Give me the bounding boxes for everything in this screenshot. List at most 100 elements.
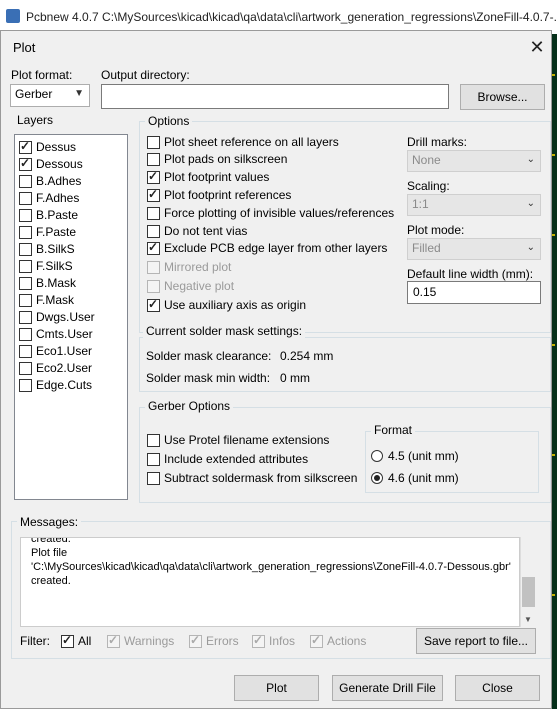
layer-item-f-mask-label: F.Mask (36, 293, 75, 307)
generate-drill-file-button[interactable]: Generate Drill File (332, 675, 443, 701)
checkbox-icon[interactable] (147, 297, 160, 312)
checkbox-icon[interactable] (19, 192, 32, 205)
layer-item-b-silks-label: B.SilkS (36, 242, 75, 256)
filter-all-label: All (78, 634, 92, 648)
checkbox-icon (147, 261, 160, 274)
drill-marks-label: Drill marks: (407, 135, 467, 149)
checkbox-icon[interactable] (19, 294, 32, 307)
checkbox-icon[interactable] (19, 362, 32, 375)
plot-mode-select[interactable]: Filled ⌄ (407, 238, 541, 260)
option-mirrored-plot-label: Mirrored plot (164, 260, 232, 274)
radio-icon[interactable] (371, 472, 383, 484)
layer-item-dessus-label: Dessus (36, 140, 77, 154)
plot-format-value: Gerber (15, 87, 53, 101)
message-line: Plot file (31, 547, 68, 559)
gerber-option-include-extended-attributes-label: Include extended attributes (164, 452, 309, 466)
message-line: 'C:\MySources\kicad\kicad\qa\data\cli\ar… (31, 561, 511, 573)
checkbox-icon[interactable] (147, 153, 160, 166)
layer-item-eco1-user-label: Eco1.User (36, 344, 93, 358)
filter-warnings-label: Warnings (124, 634, 175, 648)
checkbox-icon[interactable] (147, 225, 160, 238)
checkbox-icon[interactable] (19, 175, 32, 188)
checkbox-icon[interactable] (147, 169, 160, 184)
format-title: Format (371, 423, 416, 437)
checkbox-icon[interactable] (19, 345, 32, 358)
browse-button[interactable]: Browse... (460, 84, 545, 110)
plot-dialog: Plot ✕ Plot format: Gerber ▼ Output dire… (0, 30, 552, 709)
gerber-option-use-protel-filename-extensions-label: Use Protel filename extensions (164, 433, 330, 447)
scrollbar-thumb[interactable] (522, 577, 535, 607)
layer-item-f-adhes-label: F.Adhes (36, 191, 80, 205)
checkbox-icon[interactable] (19, 379, 32, 392)
option-plot-pads-on-silkscreen-label: Plot pads on silkscreen (164, 152, 288, 166)
checkbox-icon[interactable] (19, 260, 32, 273)
plot-button[interactable]: Plot (234, 675, 319, 701)
option-plot-footprint-references-label: Plot footprint references (164, 188, 292, 202)
layers-title: Layers (17, 113, 54, 127)
line-width-input[interactable]: 0.15 (407, 281, 541, 304)
solder-mask-title: Current solder mask settings: (143, 324, 306, 338)
layer-item-dessous-label: Dessous (36, 157, 83, 171)
layer-item-b-adhes-label: B.Adhes (36, 174, 82, 188)
checkbox-icon[interactable] (147, 472, 160, 485)
checkbox-icon[interactable] (147, 453, 160, 466)
layer-item-cmts-user-label: Cmts.User (36, 327, 93, 341)
layer-item-b-paste-label: B.Paste (36, 208, 79, 222)
checkbox-icon[interactable] (19, 277, 32, 290)
messages-text: created. Plot file 'C:\MySources\kicad\kic… (31, 537, 511, 588)
checkbox-icon[interactable] (19, 328, 32, 341)
checkbox-icon[interactable] (19, 243, 32, 256)
solder-mask-min-width-value: 0 mm (280, 371, 310, 385)
dialog-title: Plot (13, 40, 36, 55)
solder-mask-clearance-value: 0.254 mm (280, 349, 334, 363)
checkbox-icon[interactable] (19, 226, 32, 239)
messages-title: Messages: (17, 515, 82, 529)
layer-item-edge-cuts-label: Edge.Cuts (36, 378, 93, 392)
solder-mask-min-width-label: Solder mask min width: (146, 371, 271, 385)
checkbox-icon[interactable] (19, 209, 32, 222)
layer-item-eco2-user-label: Eco2.User (36, 361, 93, 375)
scaling-label: Scaling: (407, 179, 450, 193)
drill-marks-select[interactable]: None ⌄ (407, 150, 541, 172)
checkbox-icon[interactable] (61, 633, 74, 648)
save-report-button[interactable]: Save report to file... (416, 628, 536, 654)
layer-item-dwgs-user-label: Dwgs.User (36, 310, 95, 324)
messages-scrollbar[interactable]: ▼ (520, 537, 536, 627)
close-icon[interactable]: ✕ (527, 37, 547, 57)
scaling-select[interactable]: 1:1 ⌄ (407, 194, 541, 216)
filter-actions-label: Actions (327, 634, 367, 648)
plot-format-select[interactable]: Gerber ▼ (10, 84, 90, 107)
checkbox-icon[interactable] (19, 139, 32, 154)
checkbox-icon (189, 633, 202, 648)
output-directory-input[interactable] (101, 84, 449, 109)
option-negative-plot-label: Negative plot (164, 279, 235, 293)
gerber-options-title: Gerber Options (145, 399, 234, 413)
checkbox-icon[interactable] (147, 240, 160, 255)
format-option-label: 4.5 (unit mm) (388, 449, 459, 463)
close-button[interactable]: Close (455, 675, 540, 701)
option-plot-footprint-values-label: Plot footprint values (164, 170, 270, 184)
output-directory-label: Output directory: (101, 68, 190, 82)
checkbox-icon[interactable] (147, 136, 160, 149)
scroll-down-icon[interactable]: ▼ (524, 615, 532, 624)
messages-panel[interactable]: created. Plot file 'C:\MySources\kicad\kic… (20, 537, 520, 627)
checkbox-icon (252, 633, 265, 648)
layers-list[interactable]: Dessus Dessous B.Adhes F.Adhes B.Paste F.Past… (14, 134, 128, 500)
checkbox-icon[interactable] (147, 434, 160, 447)
option-do-not-tent-vias-label: Do not tent vias (164, 224, 248, 238)
checkbox-icon[interactable] (147, 187, 160, 202)
checkbox-icon[interactable] (147, 207, 160, 220)
layer-item-b-mask-label: B.Mask (36, 276, 77, 290)
plot-mode-label: Plot mode: (407, 223, 465, 237)
options-title: Options (145, 114, 193, 128)
chevron-down-icon: ⌄ (526, 198, 535, 209)
gerber-option-subtract-soldermask-from-silkscreen-label: Subtract soldermask from silkscreen (164, 471, 358, 485)
option-use-auxiliary-axis-as-origin-label: Use auxiliary axis as origin (164, 298, 307, 312)
radio-icon[interactable] (371, 450, 383, 462)
checkbox-icon[interactable] (19, 156, 32, 171)
filter-infos-label: Infos (269, 634, 296, 648)
layer-item-f-silks-label: F.SilkS (36, 259, 73, 273)
checkbox-icon[interactable] (19, 311, 32, 324)
message-line: created. (31, 537, 71, 545)
plot-format-label: Plot format: (11, 68, 73, 82)
